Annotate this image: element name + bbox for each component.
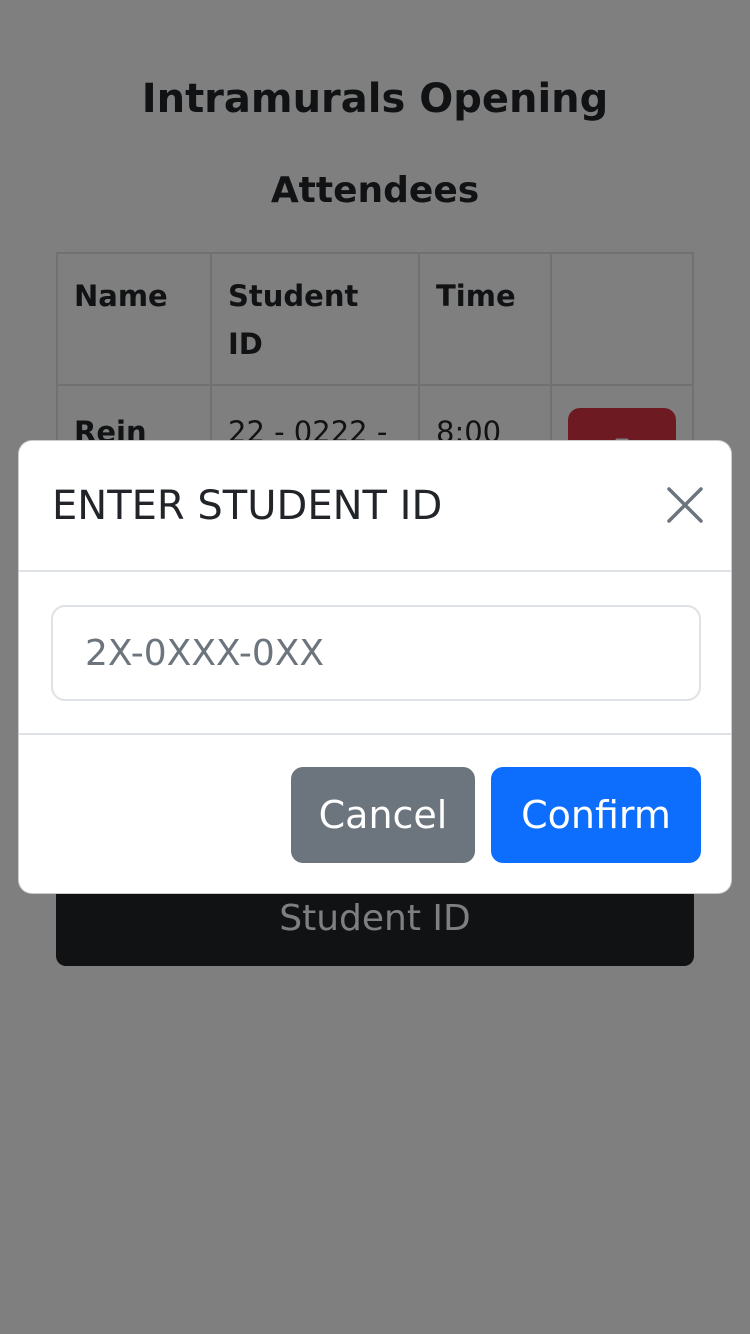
cancel-button[interactable]: Cancel (291, 767, 475, 863)
enter-student-id-modal: ENTER STUDENT ID Cancel Confirm (18, 440, 732, 894)
confirm-button[interactable]: Confirm (491, 767, 701, 863)
modal-header: ENTER STUDENT ID (19, 441, 731, 572)
modal-title: ENTER STUDENT ID (52, 483, 443, 529)
modal-body (19, 572, 731, 735)
close-icon (667, 487, 703, 523)
student-id-input[interactable] (51, 605, 701, 701)
close-button[interactable] (665, 485, 705, 525)
